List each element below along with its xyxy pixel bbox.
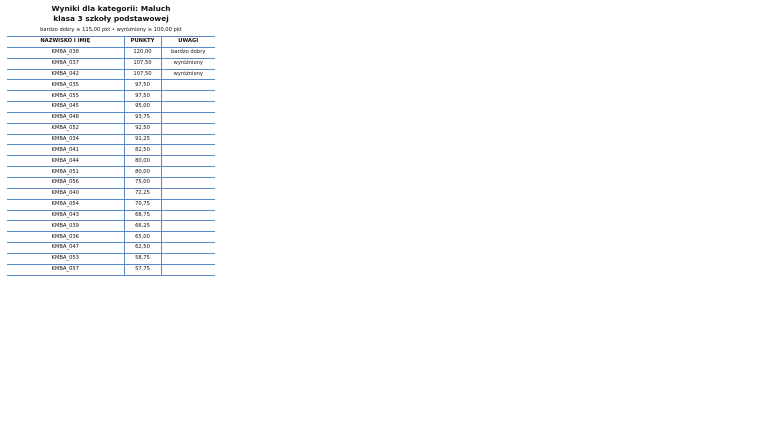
cell-points: 66,25 bbox=[123, 220, 162, 233]
cell-remarks bbox=[161, 253, 215, 265]
cell-participant: KMBA_055 bbox=[7, 90, 124, 103]
cell-remarks: wyróżniony bbox=[161, 58, 215, 70]
cell-remarks bbox=[161, 264, 215, 276]
cell-remarks bbox=[161, 231, 215, 244]
table-row: KMBA_039 66,25 bbox=[7, 220, 215, 233]
table-row: KMBA_044 80,00 bbox=[7, 155, 215, 168]
cell-points: 57,75 bbox=[123, 264, 162, 276]
column-header-points: PUNKTY bbox=[123, 36, 162, 48]
cell-remarks bbox=[161, 112, 215, 124]
cell-remarks: bardzo dobry bbox=[161, 47, 215, 59]
column-header-remarks: UWAGI bbox=[161, 36, 215, 48]
table-row: KMBA_053 58,75 bbox=[7, 253, 215, 265]
cell-points: 65,00 bbox=[123, 231, 162, 244]
table-row: KMBA_034 91,25 bbox=[7, 134, 215, 146]
cell-remarks bbox=[161, 90, 215, 103]
table-row: KMBA_051 80,00 bbox=[7, 166, 215, 178]
cell-points: 70,75 bbox=[123, 199, 162, 211]
cell-points: 91,25 bbox=[123, 134, 162, 146]
table-row: KMBA_041 82,50 bbox=[7, 144, 215, 157]
cell-participant: KMBA_041 bbox=[7, 144, 124, 157]
cell-remarks bbox=[161, 177, 215, 189]
cell-remarks bbox=[161, 210, 215, 222]
cell-points: 58,75 bbox=[123, 253, 162, 265]
cell-participant: KMBA_056 bbox=[7, 177, 124, 189]
cell-remarks bbox=[161, 220, 215, 233]
cell-participant: KMBA_052 bbox=[7, 123, 124, 135]
cell-remarks bbox=[161, 188, 215, 200]
table-row: KMBA_047 62,50 bbox=[7, 242, 215, 254]
cell-remarks bbox=[161, 166, 215, 178]
cell-remarks bbox=[161, 134, 215, 146]
cell-points: 107,50 bbox=[123, 69, 162, 81]
cell-participant: KMBA_036 bbox=[7, 231, 124, 244]
report-title-line1: Wyniki dla kategorii: Maluch bbox=[51, 4, 171, 13]
cell-participant: KMBA_035 bbox=[7, 79, 124, 92]
cell-participant: KMBA_040 bbox=[7, 188, 124, 200]
cell-remarks bbox=[161, 123, 215, 135]
cell-points: 75,00 bbox=[123, 177, 162, 189]
cell-participant: KMBA_043 bbox=[7, 210, 124, 222]
table-row: KMBA_055 97,50 bbox=[7, 90, 215, 103]
cell-participant: KMBA_037 bbox=[7, 58, 124, 70]
table-row: KMBA_037 107,50 wyróżniony bbox=[7, 58, 215, 70]
cell-remarks: wyróżniony bbox=[161, 69, 215, 81]
column-header-name: NAZWISKO I IMIĘ bbox=[7, 36, 124, 48]
table-row: KMBA_052 92,50 bbox=[7, 123, 215, 135]
cell-points: 62,50 bbox=[123, 242, 162, 254]
cell-participant: KMBA_034 bbox=[7, 134, 124, 146]
results-sheet: Wyniki dla kategorii: Maluch klasa 3 szk… bbox=[7, 4, 215, 276]
table-row: KMBA_038 120,00 bardzo dobry bbox=[7, 47, 215, 59]
cell-participant: KMBA_053 bbox=[7, 253, 124, 265]
cell-points: 97,50 bbox=[123, 90, 162, 103]
cell-points: 80,00 bbox=[123, 155, 162, 168]
table-row: KMBA_043 68,75 bbox=[7, 210, 215, 222]
cell-points: 107,50 bbox=[123, 58, 162, 70]
cell-points: 72,25 bbox=[123, 188, 162, 200]
table-row: KMBA_054 70,75 bbox=[7, 199, 215, 211]
score-thresholds: bardzo dobry ≥ 115,00 pkt • wyróżniony ≥… bbox=[40, 27, 182, 33]
cell-participant: KMBA_044 bbox=[7, 155, 124, 168]
cell-points: 97,50 bbox=[123, 79, 162, 92]
cell-participant: KMBA_039 bbox=[7, 220, 124, 233]
cell-participant: KMBA_048 bbox=[7, 112, 124, 124]
cell-participant: KMBA_042 bbox=[7, 69, 124, 81]
table-row: KMBA_057 57,75 bbox=[7, 264, 215, 276]
cell-remarks bbox=[161, 242, 215, 254]
results-table: NAZWISKO I IMIĘ PUNKTY UWAGI KMBA_038 120… bbox=[7, 36, 215, 276]
cell-points: 120,00 bbox=[123, 47, 162, 59]
cell-participant: KMBA_051 bbox=[7, 166, 124, 178]
cell-remarks bbox=[161, 101, 215, 113]
table-row: KMBA_040 72,25 bbox=[7, 188, 215, 200]
cell-participant: KMBA_054 bbox=[7, 199, 124, 211]
cell-participant: KMBA_057 bbox=[7, 264, 124, 276]
report-title: Wyniki dla kategorii: Maluch klasa 3 szk… bbox=[7, 4, 215, 24]
cell-remarks bbox=[161, 144, 215, 157]
cell-participant: KMBA_038 bbox=[7, 47, 124, 59]
cell-points: 68,75 bbox=[123, 210, 162, 222]
report-title-line2: klasa 3 szkoły podstawowej bbox=[53, 14, 169, 23]
cell-remarks bbox=[161, 199, 215, 211]
cell-remarks bbox=[161, 155, 215, 168]
table-row: KMBA_042 107,50 wyróżniony bbox=[7, 69, 215, 81]
cell-remarks bbox=[161, 79, 215, 92]
table-row: KMBA_048 93,75 bbox=[7, 112, 215, 124]
table-row: KMBA_036 65,00 bbox=[7, 231, 215, 244]
cell-points: 95,00 bbox=[123, 101, 162, 113]
table-row: KMBA_056 75,00 bbox=[7, 177, 215, 189]
table-row: KMBA_035 97,50 bbox=[7, 79, 215, 92]
cell-points: 82,50 bbox=[123, 144, 162, 157]
cell-points: 80,00 bbox=[123, 166, 162, 178]
cell-points: 92,50 bbox=[123, 123, 162, 135]
cell-points: 93,75 bbox=[123, 112, 162, 124]
cell-participant: KMBA_045 bbox=[7, 101, 124, 113]
table-header-row: NAZWISKO I IMIĘ PUNKTY UWAGI bbox=[7, 36, 215, 48]
table-row: KMBA_045 95,00 bbox=[7, 101, 215, 113]
cell-participant: KMBA_047 bbox=[7, 242, 124, 254]
